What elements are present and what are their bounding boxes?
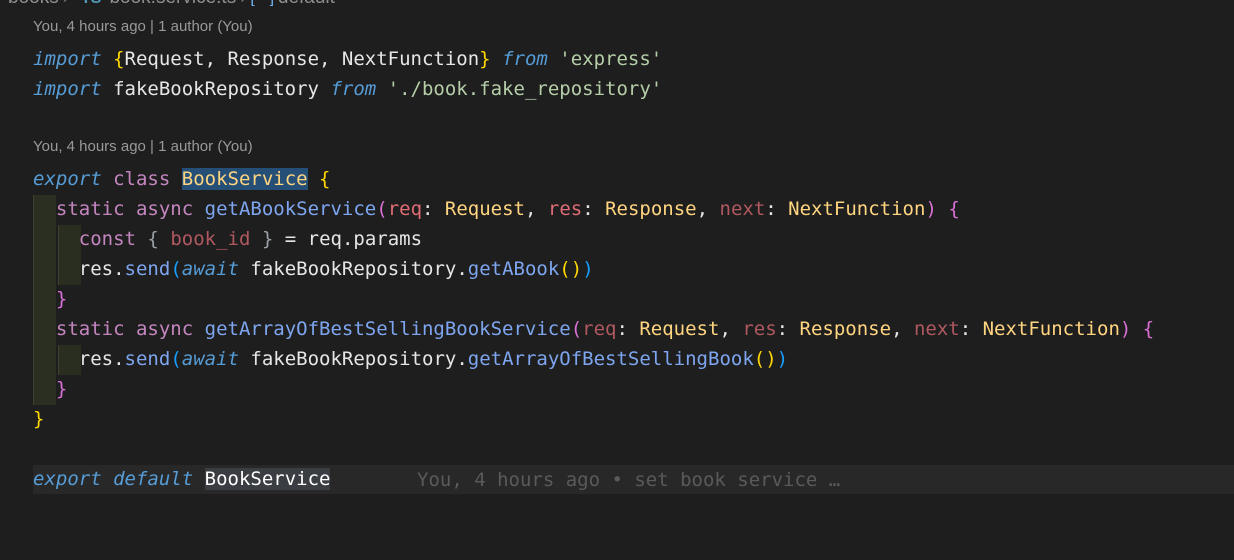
typescript-file-icon: TS [81,0,101,7]
codelens-author[interactable]: You, 4 hours ago | 1 author (You) [33,17,253,37]
code-line-11[interactable]: } [33,404,44,434]
class-name-highlight: BookService [181,168,308,190]
breadcrumb: books › TS book.service.ts › [⋯] default [8,0,335,8]
breadcrumb-folder[interactable]: books [8,0,59,8]
code-line-10[interactable]: } [33,374,67,404]
variable-symbol-icon: [⋯] [251,0,274,7]
code-line-4[interactable]: static async getABookService(req: Reques… [33,194,960,224]
git-blame-annotation: You, 4 hours ago • set book service … [417,469,841,491]
breadcrumb-symbol[interactable]: default [278,0,335,8]
code-line-7[interactable]: } [33,284,67,314]
code-line-2[interactable]: import fakeBookRepository from './book.f… [33,74,662,104]
breadcrumb-separator-icon: › [240,0,246,8]
breadcrumb-file[interactable]: book.service.ts [109,0,236,8]
code-line-9[interactable]: res.send(await fakeBookRepository.getArr… [33,344,788,374]
code-line-1[interactable]: import {Request, Response, NextFunction}… [33,44,662,74]
code-line-8[interactable]: static async getArrayOfBestSellingBookSe… [33,314,1154,344]
code-line-3[interactable]: export class BookService { [33,164,331,194]
codelens-author[interactable]: You, 4 hours ago | 1 author (You) [33,137,253,157]
selected-word: BookService [204,468,331,490]
code-line-6[interactable]: res.send(await fakeBookRepository.getABo… [33,254,594,284]
breadcrumb-separator-icon: › [63,0,69,8]
code-line-12[interactable]: export default BookService [33,464,331,494]
code-line-5[interactable]: const { book_id } = req.params [33,224,422,254]
